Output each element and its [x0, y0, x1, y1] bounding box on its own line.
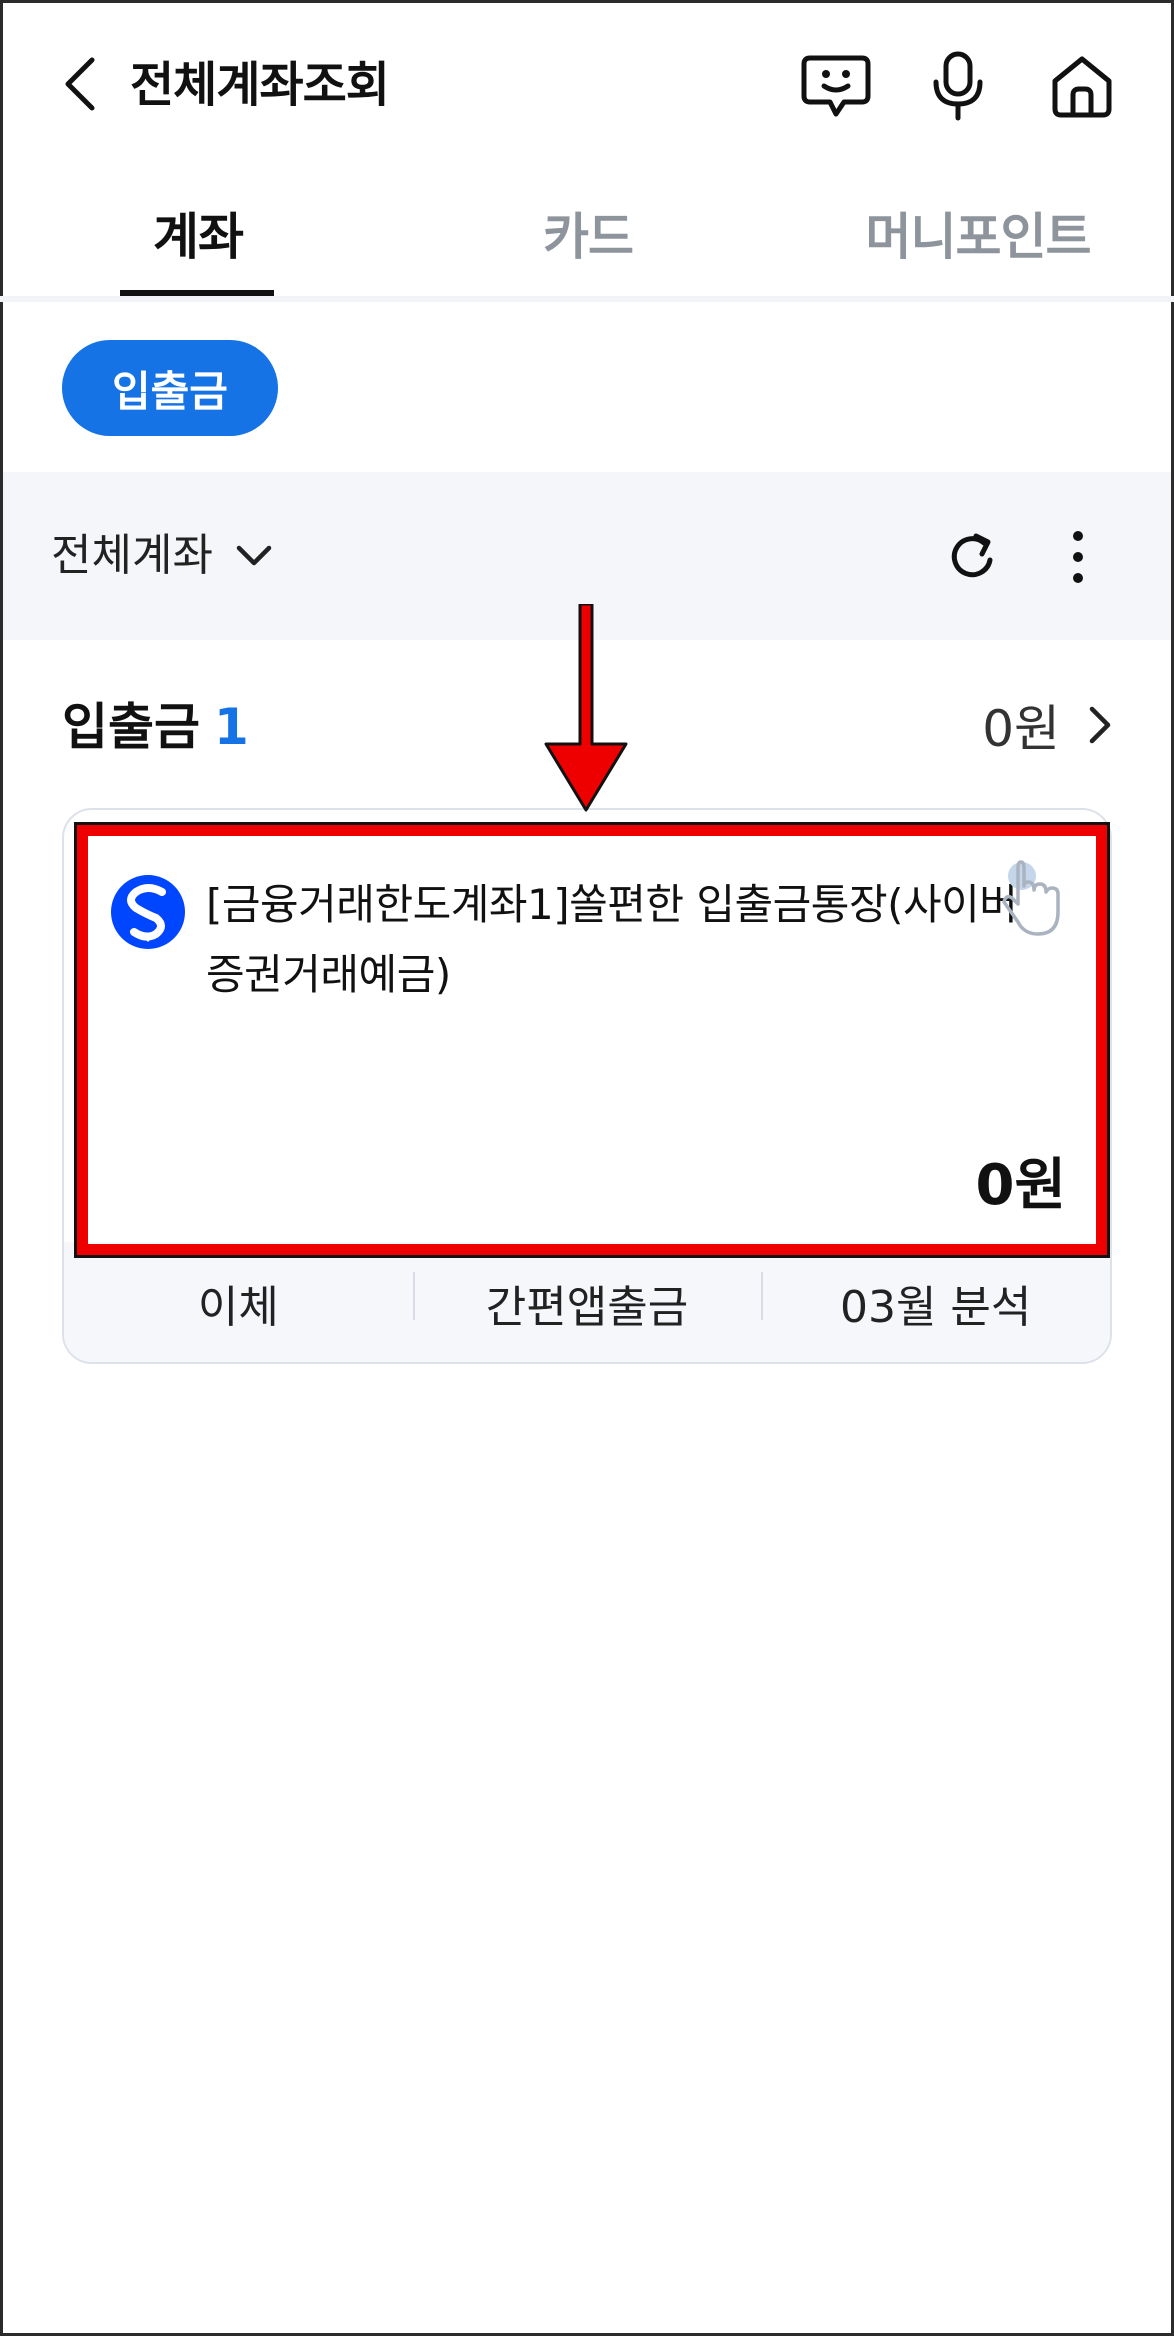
tab-bar: 계좌 카드 머니포인트 — [0, 170, 1174, 302]
section-total-amount: 0원 — [982, 700, 1060, 758]
quick-withdrawal-button[interactable]: 간편앱출금 — [412, 1242, 762, 1362]
refresh-button[interactable] — [938, 522, 1008, 592]
app-header: 전체계좌조회 — [0, 0, 1174, 170]
chatbot-button[interactable] — [798, 48, 874, 124]
pointer-arrow-icon — [544, 604, 628, 812]
account-actions: 이체 간편앱출금 03월 분석 — [64, 1242, 1110, 1362]
tab-card[interactable]: 카드 — [450, 170, 726, 296]
chevron-down-icon — [235, 544, 273, 568]
account-filter-label: 전체계좌 — [51, 530, 213, 581]
section-count: 1 — [214, 698, 249, 756]
home-button[interactable] — [1044, 48, 1120, 124]
more-options-button[interactable] — [1043, 522, 1113, 592]
filter-chip-deposit[interactable]: 입출금 — [62, 340, 278, 436]
account-filter-dropdown[interactable]: 전체계좌 — [51, 524, 273, 588]
transfer-button[interactable]: 이체 — [64, 1242, 413, 1362]
back-button[interactable] — [50, 48, 110, 120]
chatbot-icon — [801, 55, 871, 117]
chevron-right-icon — [1088, 705, 1112, 745]
voice-button[interactable] — [920, 48, 996, 124]
page-title: 전체계좌조회 — [130, 57, 390, 113]
active-tab-indicator — [120, 290, 274, 296]
tab-money-point[interactable]: 머니포인트 — [840, 170, 1116, 296]
section-total-link[interactable]: 0원 — [982, 692, 1112, 758]
section-title: 입출금 1 — [62, 694, 249, 760]
back-arrow-icon — [65, 57, 95, 111]
section-title-label: 입출금 — [62, 698, 200, 756]
home-icon — [1052, 56, 1112, 118]
monthly-analysis-button[interactable]: 03월 분석 — [761, 1242, 1110, 1362]
highlight-box — [74, 822, 1110, 1258]
microphone-icon — [933, 51, 983, 121]
more-vertical-icon — [1073, 531, 1083, 583]
refresh-icon — [951, 533, 993, 578]
tab-account[interactable]: 계좌 — [60, 170, 336, 296]
